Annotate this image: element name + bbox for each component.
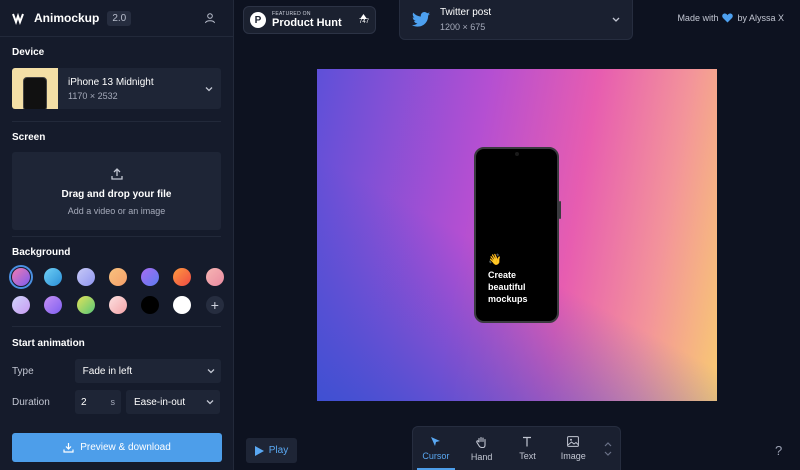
- animation-section-title: Start animation: [12, 338, 85, 349]
- add-background-button[interactable]: +: [205, 296, 224, 314]
- chevron-down-icon: [612, 17, 620, 22]
- type-label: Type: [12, 365, 34, 377]
- user-button[interactable]: [199, 7, 221, 29]
- background-swatch[interactable]: [108, 296, 127, 314]
- background-swatch[interactable]: [108, 268, 127, 286]
- device-thumbnail: [12, 68, 58, 109]
- tool-bar: Cursor Hand Text Image: [412, 426, 621, 470]
- tool-hand[interactable]: Hand: [459, 427, 505, 470]
- text-icon: [523, 436, 532, 447]
- play-button[interactable]: Play: [246, 438, 297, 463]
- chevron-up-icon[interactable]: [604, 441, 612, 447]
- device-resolution: 1170 × 2532: [68, 90, 118, 101]
- tool-image-label: Image: [560, 451, 586, 461]
- device-select[interactable]: iPhone 13 Midnight 1170 × 2532: [12, 68, 221, 109]
- animation-type-select[interactable]: Fade in left: [74, 359, 221, 383]
- format-size: 1200 × 675: [440, 22, 486, 32]
- phone-camera: [514, 152, 519, 156]
- tool-image[interactable]: Image: [550, 427, 596, 470]
- chevron-down-icon: [206, 400, 214, 405]
- duration-value: 2: [81, 396, 87, 408]
- cursor-icon: [431, 437, 441, 446]
- phone-screen-text: Create beautiful mockups: [488, 270, 528, 305]
- background-swatch[interactable]: [76, 296, 95, 314]
- upload-icon: [110, 167, 123, 180]
- ph-featured-text: FEATURED ON: [272, 10, 311, 17]
- tool-scroll-arrows[interactable]: [596, 427, 620, 470]
- easing-select[interactable]: Ease-in-out: [126, 390, 220, 414]
- ph-vote-count: 747: [358, 19, 369, 26]
- device-section-title: Device: [12, 47, 45, 58]
- mockup-canvas[interactable]: 👋 Create beautiful mockups: [317, 69, 717, 401]
- twitter-icon: [412, 12, 430, 27]
- chevron-down-icon: [207, 369, 215, 374]
- format-select[interactable]: Twitter post 1200 × 675: [399, 0, 633, 40]
- screen-section-title: Screen: [12, 132, 46, 143]
- waving-hand-emoji: 👋: [488, 254, 502, 266]
- duration-unit: s: [110, 397, 116, 407]
- format-name: Twitter post: [440, 7, 492, 18]
- made-with-credit: Made with by Alyssa X: [677, 13, 784, 23]
- phone-side-button: [559, 201, 561, 219]
- download-icon: [63, 443, 74, 453]
- tool-cursor[interactable]: Cursor: [413, 427, 459, 470]
- play-icon: [254, 445, 264, 456]
- background-swatches: +: [0, 265, 233, 314]
- background-swatch[interactable]: [12, 296, 30, 314]
- chevron-down-icon[interactable]: [604, 451, 612, 456]
- background-swatch[interactable]: [44, 268, 63, 286]
- dropzone-subtitle: Add a video or an image: [67, 205, 166, 216]
- app-header: Animockup 2.0: [0, 0, 233, 37]
- tool-text[interactable]: Text: [505, 427, 551, 470]
- animockup-logo-icon: [12, 12, 24, 25]
- duration-input[interactable]: 2 s: [75, 390, 121, 414]
- background-swatch[interactable]: [173, 296, 192, 314]
- made-with-prefix: Made with: [677, 13, 719, 23]
- preview-download-button[interactable]: Preview & download: [12, 433, 222, 462]
- background-swatch[interactable]: [141, 296, 160, 314]
- background-section-title: Background: [12, 247, 71, 258]
- duration-label: Duration: [12, 396, 50, 408]
- background-swatch[interactable]: [76, 268, 95, 286]
- sidebar: Animockup 2.0 Device iPhone 13 Midnight …: [0, 0, 234, 470]
- preview-download-label: Preview & download: [80, 442, 171, 453]
- ph-name: Product Hunt: [272, 16, 342, 29]
- easing-value: Ease-in-out: [134, 396, 186, 408]
- background-swatch[interactable]: [141, 268, 160, 286]
- tool-cursor-label: Cursor: [422, 451, 450, 461]
- product-hunt-logo-icon: P: [250, 12, 266, 28]
- product-hunt-badge[interactable]: P FEATURED ON Product Hunt 747: [243, 6, 376, 34]
- made-with-author[interactable]: by Alyssa X: [737, 13, 784, 23]
- file-dropzone[interactable]: Drag and drop your file Add a video or a…: [12, 152, 221, 230]
- background-swatch[interactable]: [173, 268, 192, 286]
- hand-icon: [476, 436, 486, 448]
- animation-type-value: Fade in left: [82, 365, 133, 377]
- heart-icon: [722, 13, 734, 23]
- dropzone-title: Drag and drop your file: [61, 188, 172, 200]
- tool-text-label: Text: [519, 451, 536, 461]
- background-swatch[interactable]: [205, 268, 224, 286]
- phone-mockup[interactable]: 👋 Create beautiful mockups: [474, 147, 561, 323]
- play-label: Play: [268, 445, 289, 456]
- app-name: Animockup: [34, 11, 100, 25]
- user-icon: [205, 13, 215, 24]
- help-button[interactable]: ?: [775, 443, 782, 458]
- background-swatch[interactable]: [9, 265, 33, 289]
- chevron-down-icon: [205, 86, 213, 91]
- version-badge: 2.0: [107, 10, 132, 26]
- device-name: iPhone 13 Midnight: [68, 76, 154, 88]
- tool-hand-label: Hand: [470, 451, 493, 462]
- background-swatch[interactable]: [44, 296, 63, 314]
- image-icon: [567, 436, 580, 447]
